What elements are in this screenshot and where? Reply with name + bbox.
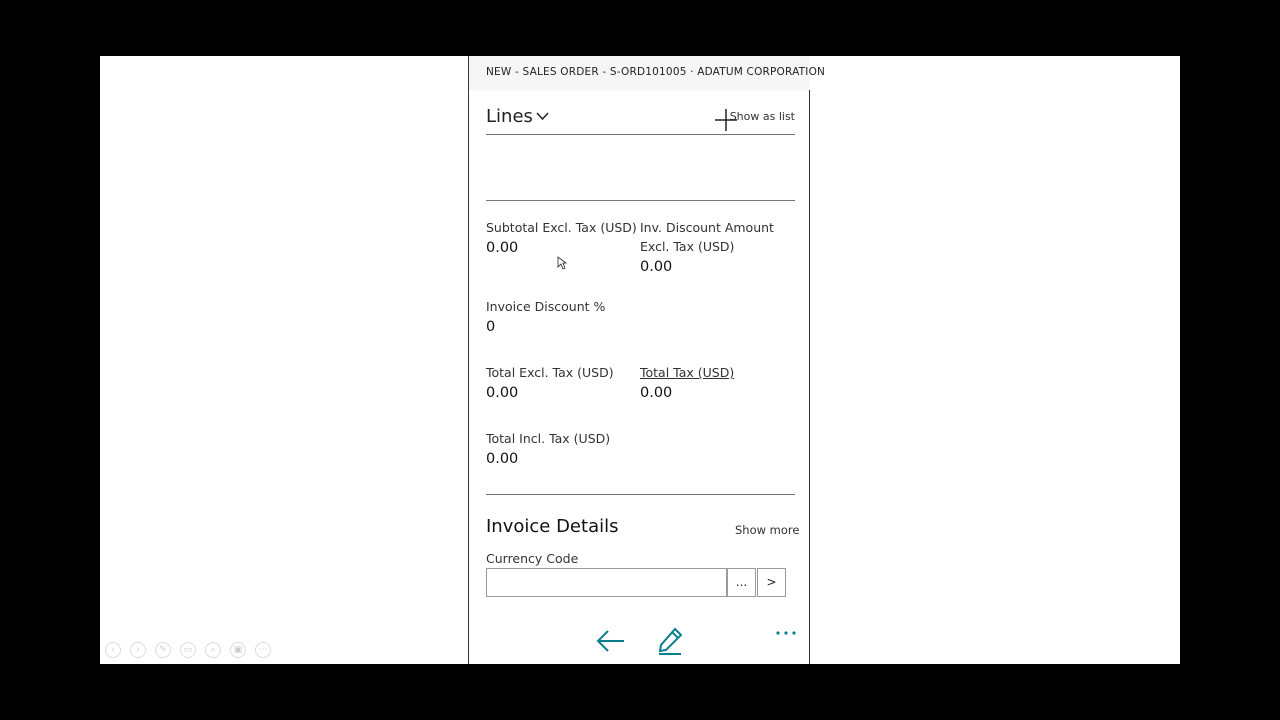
previous-icon[interactable]: ‹ — [105, 642, 121, 658]
total-tax-value: 0.00 — [640, 385, 673, 401]
currency-lookup-button[interactable]: ... — [727, 568, 756, 597]
total-excl-tax-label: Total Excl. Tax (USD) — [486, 365, 614, 380]
total-incl-tax-label: Total Incl. Tax (USD) — [486, 431, 611, 446]
next-icon[interactable]: › — [130, 642, 146, 658]
page-title: NEW - SALES ORDER - S-ORD101005 · ADATUM… — [486, 66, 826, 78]
pencil-icon[interactable] — [657, 627, 683, 655]
total-tax-link[interactable]: Total Tax (USD) — [640, 363, 734, 382]
total-incl-tax-value: 0.00 — [486, 451, 519, 467]
lines-section-header: Lines Show as list — [486, 106, 795, 135]
lines-title[interactable]: Lines — [486, 106, 533, 127]
section-divider — [486, 494, 795, 495]
currency-code-label: Currency Code — [486, 551, 579, 566]
subtotal-label: Subtotal Excl. Tax (USD) — [486, 220, 637, 235]
page-header: NEW - SALES ORDER - S-ORD101005 · ADATUM… — [469, 56, 825, 90]
more-dots-icon[interactable] — [775, 629, 797, 637]
mouse-cursor-icon — [557, 256, 567, 270]
currency-code-input[interactable] — [486, 568, 727, 597]
inv-discount-label-line2: Excl. Tax (USD) — [640, 239, 735, 254]
invoice-discount-pct-label: Invoice Discount % — [486, 299, 606, 314]
zoom-icon[interactable]: ⌕ — [205, 642, 221, 658]
presentation-toolbar: ‹ › ✎ ▭ ⌕ ▣ ⋯ — [105, 642, 271, 658]
lines-list-divider — [486, 200, 795, 201]
pen-icon[interactable]: ✎ — [155, 642, 171, 658]
currency-next-button[interactable]: > — [757, 568, 786, 597]
mobile-app-frame: NEW - SALES ORDER - S-ORD101005 · ADATUM… — [468, 56, 825, 664]
show-more-link[interactable]: Show more — [735, 523, 799, 537]
subtotal-value: 0.00 — [486, 240, 519, 256]
slides-icon[interactable]: ▭ — [180, 642, 196, 658]
back-arrow-icon[interactable] — [596, 629, 626, 653]
show-as-list-link[interactable]: Show as list — [730, 110, 795, 123]
invoice-discount-pct-value[interactable]: 0 — [486, 319, 495, 335]
total-excl-tax-value: 0.00 — [486, 385, 519, 401]
inv-discount-label: Inv. Discount Amount — [640, 220, 774, 235]
screen-icon[interactable]: ▣ — [230, 642, 246, 658]
invoice-details-title[interactable]: Invoice Details — [486, 516, 618, 537]
chevron-down-icon[interactable] — [536, 112, 549, 121]
more-icon[interactable]: ⋯ — [255, 642, 271, 658]
inv-discount-value[interactable]: 0.00 — [640, 259, 672, 275]
